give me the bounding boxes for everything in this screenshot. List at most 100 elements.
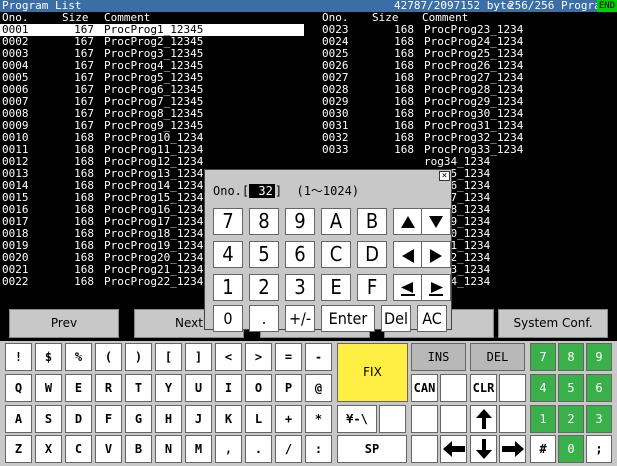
blank-key[interactable]: [379, 405, 406, 433]
key-y[interactable]: Y: [155, 374, 182, 402]
can-button[interactable]: CAN: [411, 374, 438, 402]
dialog-key-enter[interactable]: Enter: [321, 305, 375, 332]
blank-key[interactable]: [440, 405, 467, 433]
dialog-key-9[interactable]: 9: [285, 208, 315, 235]
key-w[interactable]: W: [35, 374, 62, 402]
dialog-key-ac[interactable]: AC: [417, 305, 447, 332]
dialog-key-5[interactable]: 5: [249, 241, 279, 268]
key-sym[interactable]: <: [215, 343, 242, 371]
key-down-button[interactable]: [421, 208, 451, 235]
dialog-key-xxx[interactable]: +/-: [285, 305, 315, 332]
key-sym[interactable]: :: [305, 435, 332, 463]
blank-key[interactable]: [499, 405, 526, 433]
key-left-button[interactable]: [393, 241, 423, 268]
numpad-key-4[interactable]: 4: [530, 374, 556, 402]
numpad-key-sym[interactable]: #: [530, 435, 556, 463]
key-z[interactable]: Z: [5, 435, 32, 463]
key-q[interactable]: Q: [5, 374, 32, 402]
key-l[interactable]: L: [245, 405, 272, 433]
dialog-key-7[interactable]: 7: [213, 208, 243, 235]
cursor-left-button[interactable]: [440, 435, 467, 463]
dialog-key-6[interactable]: 6: [285, 241, 315, 268]
key-x[interactable]: X: [35, 435, 62, 463]
dialog-key-8[interactable]: 8: [249, 208, 279, 235]
key-right-button[interactable]: [421, 241, 451, 268]
numpad-key-1[interactable]: 1: [530, 405, 556, 433]
key-sym[interactable]: /: [275, 435, 302, 463]
dialog-key-f[interactable]: F: [357, 274, 387, 301]
key-sym[interactable]: -: [305, 343, 332, 371]
del-button[interactable]: DEL: [470, 343, 525, 371]
key-sym[interactable]: ): [125, 343, 152, 371]
key-sym[interactable]: $: [35, 343, 62, 371]
cursor-down-button[interactable]: [470, 435, 497, 463]
key-sym[interactable]: .: [245, 435, 272, 463]
blank-key[interactable]: [411, 405, 438, 433]
dialog-key-e[interactable]: E: [321, 274, 351, 301]
ins-button[interactable]: INS: [411, 343, 466, 371]
key-i[interactable]: I: [215, 374, 242, 402]
dialog-key-d[interactable]: D: [357, 241, 387, 268]
key-sym[interactable]: +: [275, 405, 302, 433]
dialog-key-c[interactable]: C: [321, 241, 351, 268]
dialog-key-3[interactable]: 3: [285, 274, 315, 301]
key-o[interactable]: O: [245, 374, 272, 402]
key-k[interactable]: K: [215, 405, 242, 433]
numpad-key-6[interactable]: 6: [586, 374, 612, 402]
program-number-input[interactable]: 32: [249, 184, 275, 198]
dialog-key-4[interactable]: 4: [213, 241, 243, 268]
numpad-key-9[interactable]: 9: [586, 343, 612, 371]
key-j[interactable]: J: [185, 405, 212, 433]
cursor-right-button[interactable]: [499, 435, 526, 463]
key-r[interactable]: R: [95, 374, 122, 402]
dialog-key-b[interactable]: B: [357, 208, 387, 235]
key-h[interactable]: H: [155, 405, 182, 433]
key-d[interactable]: D: [65, 405, 92, 433]
dialog-key-2[interactable]: 2: [249, 274, 279, 301]
key-sym[interactable]: =: [275, 343, 302, 371]
key-sym[interactable]: %: [65, 343, 92, 371]
key-a[interactable]: A: [5, 405, 32, 433]
blank-key[interactable]: [499, 374, 526, 402]
key-p[interactable]: P: [275, 374, 302, 402]
fix-button[interactable]: FIX: [337, 343, 408, 402]
numpad-key-2[interactable]: 2: [558, 405, 584, 433]
key-up-button[interactable]: [393, 208, 423, 235]
key-sym[interactable]: >: [245, 343, 272, 371]
key-sym[interactable]: ]: [185, 343, 212, 371]
key-n[interactable]: N: [155, 435, 182, 463]
key-sym[interactable]: ,: [215, 435, 242, 463]
numpad-key-3[interactable]: 3: [586, 405, 612, 433]
close-icon[interactable]: ×: [439, 171, 450, 181]
key-g[interactable]: G: [125, 405, 152, 433]
key-t[interactable]: T: [125, 374, 152, 402]
numpad-key-0[interactable]: 0: [558, 435, 584, 463]
yen-key[interactable]: ¥-\: [337, 405, 377, 433]
cursor-up-button[interactable]: [470, 405, 497, 433]
key-c[interactable]: C: [65, 435, 92, 463]
key-sym[interactable]: (: [95, 343, 122, 371]
key-home-button[interactable]: [393, 274, 423, 301]
prev-button[interactable]: Prev: [9, 309, 119, 338]
key-e[interactable]: E: [65, 374, 92, 402]
dialog-key-del[interactable]: Del: [381, 305, 411, 332]
blank-key[interactable]: [440, 374, 467, 402]
key-sym[interactable]: [: [155, 343, 182, 371]
clr-button[interactable]: CLR: [470, 374, 497, 402]
numpad-key-8[interactable]: 8: [558, 343, 584, 371]
blank-key[interactable]: [411, 435, 438, 463]
key-u[interactable]: U: [185, 374, 212, 402]
numpad-key-sym[interactable]: ;: [586, 435, 612, 463]
key-sym[interactable]: @: [305, 374, 332, 402]
key-f[interactable]: F: [95, 405, 122, 433]
dialog-key-1[interactable]: 1: [213, 274, 243, 301]
key-m[interactable]: M: [185, 435, 212, 463]
key-end-button[interactable]: [421, 274, 451, 301]
dialog-key-a[interactable]: A: [321, 208, 351, 235]
numpad-key-5[interactable]: 5: [558, 374, 584, 402]
space-button[interactable]: SP: [337, 435, 407, 463]
numpad-key-7[interactable]: 7: [530, 343, 556, 371]
key-sym[interactable]: !: [5, 343, 32, 371]
system-conf-button[interactable]: System Conf.: [498, 309, 608, 338]
dialog-key-0[interactable]: 0: [213, 305, 243, 332]
